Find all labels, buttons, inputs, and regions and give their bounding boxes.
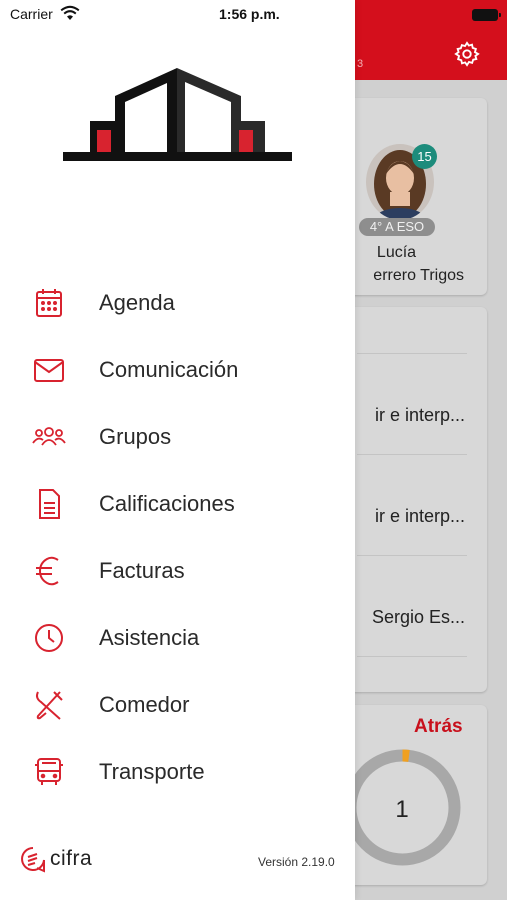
- group-icon: [32, 427, 66, 446]
- list-item[interactable]: ir e interp...: [340, 506, 465, 527]
- list-card: [340, 307, 487, 692]
- menu-item-calificaciones[interactable]: Calificaciones: [0, 474, 355, 534]
- wifi-icon: [60, 5, 80, 20]
- school-logo: [63, 68, 292, 161]
- menu-label-facturas: Facturas: [99, 558, 185, 583]
- mail-icon: [34, 359, 64, 382]
- menu-item-asistencia[interactable]: Asistencia: [0, 608, 355, 668]
- count-badge: 15: [412, 144, 437, 169]
- euro-icon: [36, 556, 59, 586]
- menu-label-transporte: Transporte: [99, 759, 205, 784]
- menu-item-grupos[interactable]: Grupos: [0, 407, 355, 467]
- student-first-name: Lucía: [376, 244, 417, 261]
- navigation-drawer: Carrier 1:56 p.m. Agenda Comunicación Gr…: [0, 0, 355, 900]
- student-surname: errero Trigos: [373, 267, 464, 284]
- battery-icon: [472, 9, 501, 21]
- menu-item-comunicacion[interactable]: Comunicación: [0, 340, 355, 400]
- carrier-label: Carrier: [10, 6, 53, 22]
- bus-icon: [35, 758, 63, 785]
- gear-icon[interactable]: [453, 40, 481, 68]
- cutlery-icon: [36, 691, 63, 720]
- menu-label-asistencia: Asistencia: [99, 625, 200, 650]
- cifra-logo-icon: [21, 847, 45, 873]
- donut-value: 1: [395, 796, 409, 823]
- menu-item-comedor[interactable]: Comedor: [0, 675, 355, 735]
- menu-item-transporte[interactable]: Transporte: [0, 742, 355, 802]
- divider: [357, 454, 467, 455]
- list-item[interactable]: Sergio Es...: [340, 607, 465, 628]
- divider: [357, 353, 467, 354]
- menu-label-comunicacion: Comunicación: [99, 357, 239, 382]
- document-icon: [39, 489, 60, 519]
- divider: [357, 555, 467, 556]
- status-time: 1:56 p.m.: [219, 6, 280, 22]
- menu-label-comedor: Comedor: [99, 692, 190, 717]
- menu-item-facturas[interactable]: Facturas: [0, 541, 355, 601]
- divider: [357, 656, 467, 657]
- brand-name: cifra: [50, 847, 93, 870]
- list-item[interactable]: ir e interp...: [340, 405, 465, 426]
- calendar-icon: [36, 289, 62, 317]
- clock-icon: [35, 624, 63, 652]
- menu-item-agenda[interactable]: Agenda: [0, 273, 355, 333]
- menu-label-calificaciones: Calificaciones: [99, 491, 235, 516]
- header-fragment: 3: [357, 58, 364, 70]
- menu-label-grupos: Grupos: [99, 424, 172, 449]
- version-label: Versión 2.19.0: [258, 855, 335, 869]
- back-link[interactable]: Atrás: [414, 716, 463, 738]
- menu-label-agenda: Agenda: [99, 290, 175, 315]
- grade-badge: 4° A ESO: [359, 218, 435, 236]
